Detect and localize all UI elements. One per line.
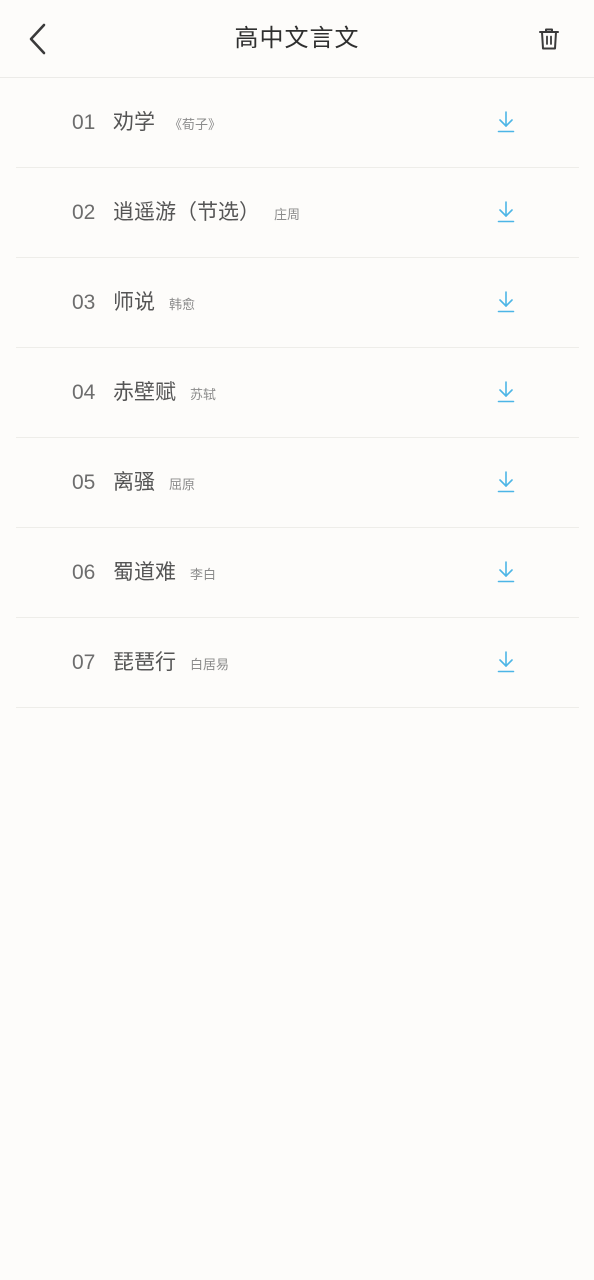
- app-header: 高中文言文: [0, 0, 594, 78]
- item-title-wrap: 劝学 《荀子》: [113, 78, 221, 167]
- download-button[interactable]: [493, 648, 519, 676]
- item-author: 庄周: [274, 208, 301, 223]
- download-button[interactable]: [493, 198, 519, 226]
- download-icon: [497, 291, 515, 313]
- list-item[interactable]: 06 蜀道难 李白: [16, 528, 579, 618]
- download-icon: [497, 651, 515, 673]
- delete-button[interactable]: [532, 22, 566, 56]
- list-item[interactable]: 05 离骚 屈原: [16, 438, 579, 528]
- item-title: 逍遥游（节选）: [113, 200, 260, 224]
- download-icon: [497, 111, 515, 133]
- lesson-list: 01 劝学 《荀子》 02 逍遥游（节选） 庄周 03 师说 韩愈 04 赤壁赋…: [16, 78, 579, 708]
- item-number: 02: [72, 201, 96, 224]
- item-number: 03: [72, 291, 96, 314]
- download-button[interactable]: [493, 558, 519, 586]
- download-icon: [497, 471, 515, 493]
- trash-icon: [539, 28, 559, 50]
- item-number: 06: [72, 561, 96, 584]
- download-button[interactable]: [493, 378, 519, 406]
- item-author: 韩愈: [169, 298, 196, 313]
- list-item[interactable]: 02 逍遥游（节选） 庄周: [16, 168, 579, 258]
- item-title-wrap: 逍遥游（节选） 庄周: [113, 168, 300, 257]
- item-number: 04: [72, 381, 96, 404]
- item-title: 离骚: [113, 470, 155, 494]
- item-number: 01: [72, 111, 96, 134]
- item-number: 05: [72, 471, 96, 494]
- download-icon: [497, 201, 515, 223]
- item-author: 《荀子》: [169, 118, 222, 133]
- download-button[interactable]: [493, 468, 519, 496]
- list-item[interactable]: 03 师说 韩愈: [16, 258, 579, 348]
- list-item[interactable]: 04 赤壁赋 苏轼: [16, 348, 579, 438]
- list-item[interactable]: 01 劝学 《荀子》: [16, 78, 579, 168]
- item-author: 苏轼: [190, 388, 217, 403]
- item-title-wrap: 师说 韩愈: [113, 258, 195, 347]
- item-title-wrap: 离骚 屈原: [113, 438, 195, 527]
- item-title: 蜀道难: [113, 560, 176, 584]
- item-author: 白居易: [190, 658, 230, 673]
- list-item[interactable]: 07 琵琶行 白居易: [16, 618, 579, 708]
- item-title-wrap: 赤壁赋 苏轼: [113, 348, 216, 437]
- page-title: 高中文言文: [234, 24, 360, 52]
- item-title: 师说: [113, 290, 155, 314]
- item-number: 07: [72, 651, 96, 674]
- item-title: 赤壁赋: [113, 380, 176, 404]
- item-title: 琵琶行: [113, 650, 176, 674]
- item-author: 李白: [190, 568, 217, 583]
- download-button[interactable]: [493, 108, 519, 136]
- download-icon: [497, 381, 515, 403]
- item-title-wrap: 琵琶行 白居易: [113, 618, 229, 707]
- item-title-wrap: 蜀道难 李白: [113, 528, 216, 617]
- download-icon: [497, 561, 515, 583]
- item-author: 屈原: [169, 478, 196, 493]
- item-title: 劝学: [113, 110, 155, 134]
- download-button[interactable]: [493, 288, 519, 316]
